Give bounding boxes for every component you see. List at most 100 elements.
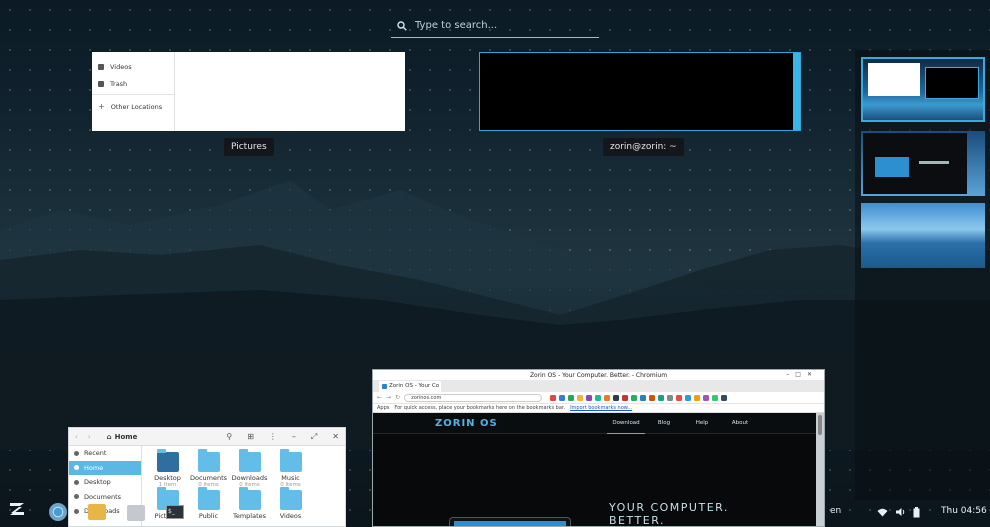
extension-icon[interactable] — [685, 394, 692, 401]
terminal-window-caption: zorin@zorin: ~ — [603, 138, 684, 156]
workspace-thumbnail-3[interactable] — [861, 203, 985, 268]
nav-link-help[interactable]: Help — [683, 413, 721, 434]
folder-public[interactable]: Public — [188, 487, 229, 520]
extension-icon[interactable] — [712, 394, 719, 401]
browser-tab[interactable]: Zorin OS - Your Co — [379, 381, 441, 392]
folder-documents[interactable]: Documents 0 items — [188, 449, 229, 488]
window-controls[interactable]: –□✕ — [786, 371, 818, 378]
apps-shortcut[interactable]: Apps — [377, 405, 389, 411]
maximize-icon[interactable]: ⤢ — [311, 432, 317, 442]
wifi-icon[interactable] — [877, 508, 888, 517]
folder-music-icon — [279, 449, 302, 472]
extension-icons — [550, 394, 728, 401]
extension-icon[interactable] — [703, 394, 710, 401]
search-input[interactable] — [415, 20, 585, 31]
workspace-2-browser-preview — [863, 133, 967, 194]
sidebar-item-home[interactable]: Home — [69, 460, 141, 475]
folder-desktop[interactable]: Desktop 1 item — [147, 449, 188, 488]
battery-icon[interactable] — [913, 507, 920, 518]
files-window-caption: Pictures — [224, 138, 274, 156]
home-icon — [74, 465, 79, 471]
folder-videos[interactable]: Videos — [270, 487, 311, 520]
terminal-window-thumbnail[interactable] — [479, 52, 801, 131]
folder-templates[interactable]: Templates — [229, 487, 270, 520]
extension-icon[interactable] — [559, 394, 566, 401]
search-icon[interactable]: ⚲ — [226, 432, 232, 442]
page-scrollbar[interactable] — [816, 413, 824, 526]
extension-icon[interactable] — [694, 394, 701, 401]
extension-icon[interactable] — [622, 394, 629, 401]
extension-icon[interactable] — [550, 394, 557, 401]
workspace-thumbnail-1[interactable] — [861, 57, 985, 122]
mail-launcher-icon[interactable] — [88, 504, 106, 520]
sidebar-item-desktop[interactable]: Desktop — [69, 475, 141, 490]
site-logo[interactable]: ZORIN OS — [435, 418, 498, 429]
view-grid-icon[interactable]: ⊞ — [247, 432, 254, 442]
extension-icon[interactable] — [649, 394, 656, 401]
terminal-launcher-icon[interactable]: $_ — [166, 505, 184, 519]
extension-icon[interactable] — [586, 394, 593, 401]
files-window-thumbnail[interactable]: Videos Trash + Other Locations — [92, 52, 405, 131]
extension-icon[interactable] — [577, 394, 584, 401]
extension-icon[interactable] — [595, 394, 602, 401]
browser-titlebar: Zorin OS - Your Computer. Better. - Chro… — [373, 370, 824, 380]
chromium-launcher-icon[interactable] — [49, 503, 67, 521]
video-icon — [98, 63, 104, 70]
laptop-illustration — [449, 517, 571, 526]
bookmarks-hint: For quick access, place your bookmarks h… — [394, 405, 566, 411]
clock-icon — [74, 450, 79, 456]
clock[interactable]: Thu 04:56 — [941, 506, 987, 516]
extension-icon[interactable] — [613, 394, 620, 401]
keyboard-layout-indicator[interactable]: en — [830, 506, 841, 516]
extension-icon[interactable] — [568, 394, 575, 401]
file-manager-window[interactable]: ‹ › ⌂ Home ⚲ ⊞ ⋮ – ⤢ ✕ Recent Home Deskt… — [68, 427, 346, 527]
forward-icon[interactable]: › — [88, 433, 91, 441]
nav-link-blog[interactable]: Blog — [645, 413, 683, 434]
browser-toolbar: ← → ↻ zorinos.com — [373, 392, 824, 404]
extension-icon[interactable] — [631, 394, 638, 401]
chromium-window[interactable]: Zorin OS - Your Computer. Better. - Chro… — [372, 369, 825, 527]
menu-icon[interactable]: ⋮ — [269, 432, 277, 442]
search-bar[interactable] — [391, 14, 599, 38]
hero-headline: YOUR COMPUTER. BETTER. — [609, 501, 729, 527]
folder-music[interactable]: Music 0 items — [270, 449, 311, 488]
folder-downloads[interactable]: Downloads 0 items — [229, 449, 270, 488]
location-breadcrumb[interactable]: ⌂ Home — [107, 433, 138, 441]
reload-icon[interactable]: ↻ — [395, 394, 400, 401]
forward-icon[interactable]: → — [386, 394, 391, 401]
back-icon[interactable]: ← — [377, 394, 382, 401]
web-page: ZORIN OS Download Blog Help About YOUR C… — [373, 413, 816, 526]
folder-icon — [197, 449, 220, 472]
folder-videos-icon — [279, 487, 302, 510]
files-thumb-sidebar: Videos Trash + Other Locations — [92, 52, 175, 131]
nav-link-about[interactable]: About — [721, 413, 759, 434]
close-icon[interactable]: ✕ — [332, 432, 339, 442]
trash-icon — [98, 80, 104, 87]
import-bookmarks-link[interactable]: Import bookmarks now... — [570, 405, 632, 411]
sidebar-item-recent[interactable]: Recent — [69, 446, 141, 461]
browser-title: Zorin OS - Your Computer. Better. - Chro… — [529, 371, 668, 379]
zorin-menu-icon[interactable] — [8, 501, 26, 517]
extension-icon[interactable] — [658, 394, 665, 401]
extension-icon[interactable] — [721, 394, 728, 401]
download-icon — [74, 508, 79, 514]
back-icon[interactable]: ‹ — [75, 433, 78, 441]
folder-download-icon — [238, 449, 261, 472]
extension-icon[interactable] — [640, 394, 647, 401]
plus-icon: + — [98, 102, 105, 111]
files-thumb-sidebar-videos: Videos — [92, 58, 174, 75]
files-launcher-icon[interactable] — [127, 505, 145, 521]
extension-icon[interactable] — [667, 394, 674, 401]
extension-icon[interactable] — [604, 394, 611, 401]
location-label: Home — [114, 432, 138, 441]
minimize-icon[interactable]: – — [292, 432, 296, 442]
volume-icon[interactable] — [895, 507, 906, 517]
nav-link-download[interactable]: Download — [607, 413, 645, 434]
extension-icon[interactable] — [676, 394, 683, 401]
browser-tabstrip: Zorin OS - Your Co — [373, 380, 824, 392]
sidebar-item-documents[interactable]: Documents — [69, 490, 141, 505]
bookmarks-bar: Apps For quick access, place your bookma… — [373, 404, 824, 413]
workspace-thumbnail-2[interactable] — [861, 131, 985, 196]
address-bar[interactable]: zorinos.com — [404, 393, 543, 402]
workspace-1-terminal-preview — [925, 67, 979, 99]
